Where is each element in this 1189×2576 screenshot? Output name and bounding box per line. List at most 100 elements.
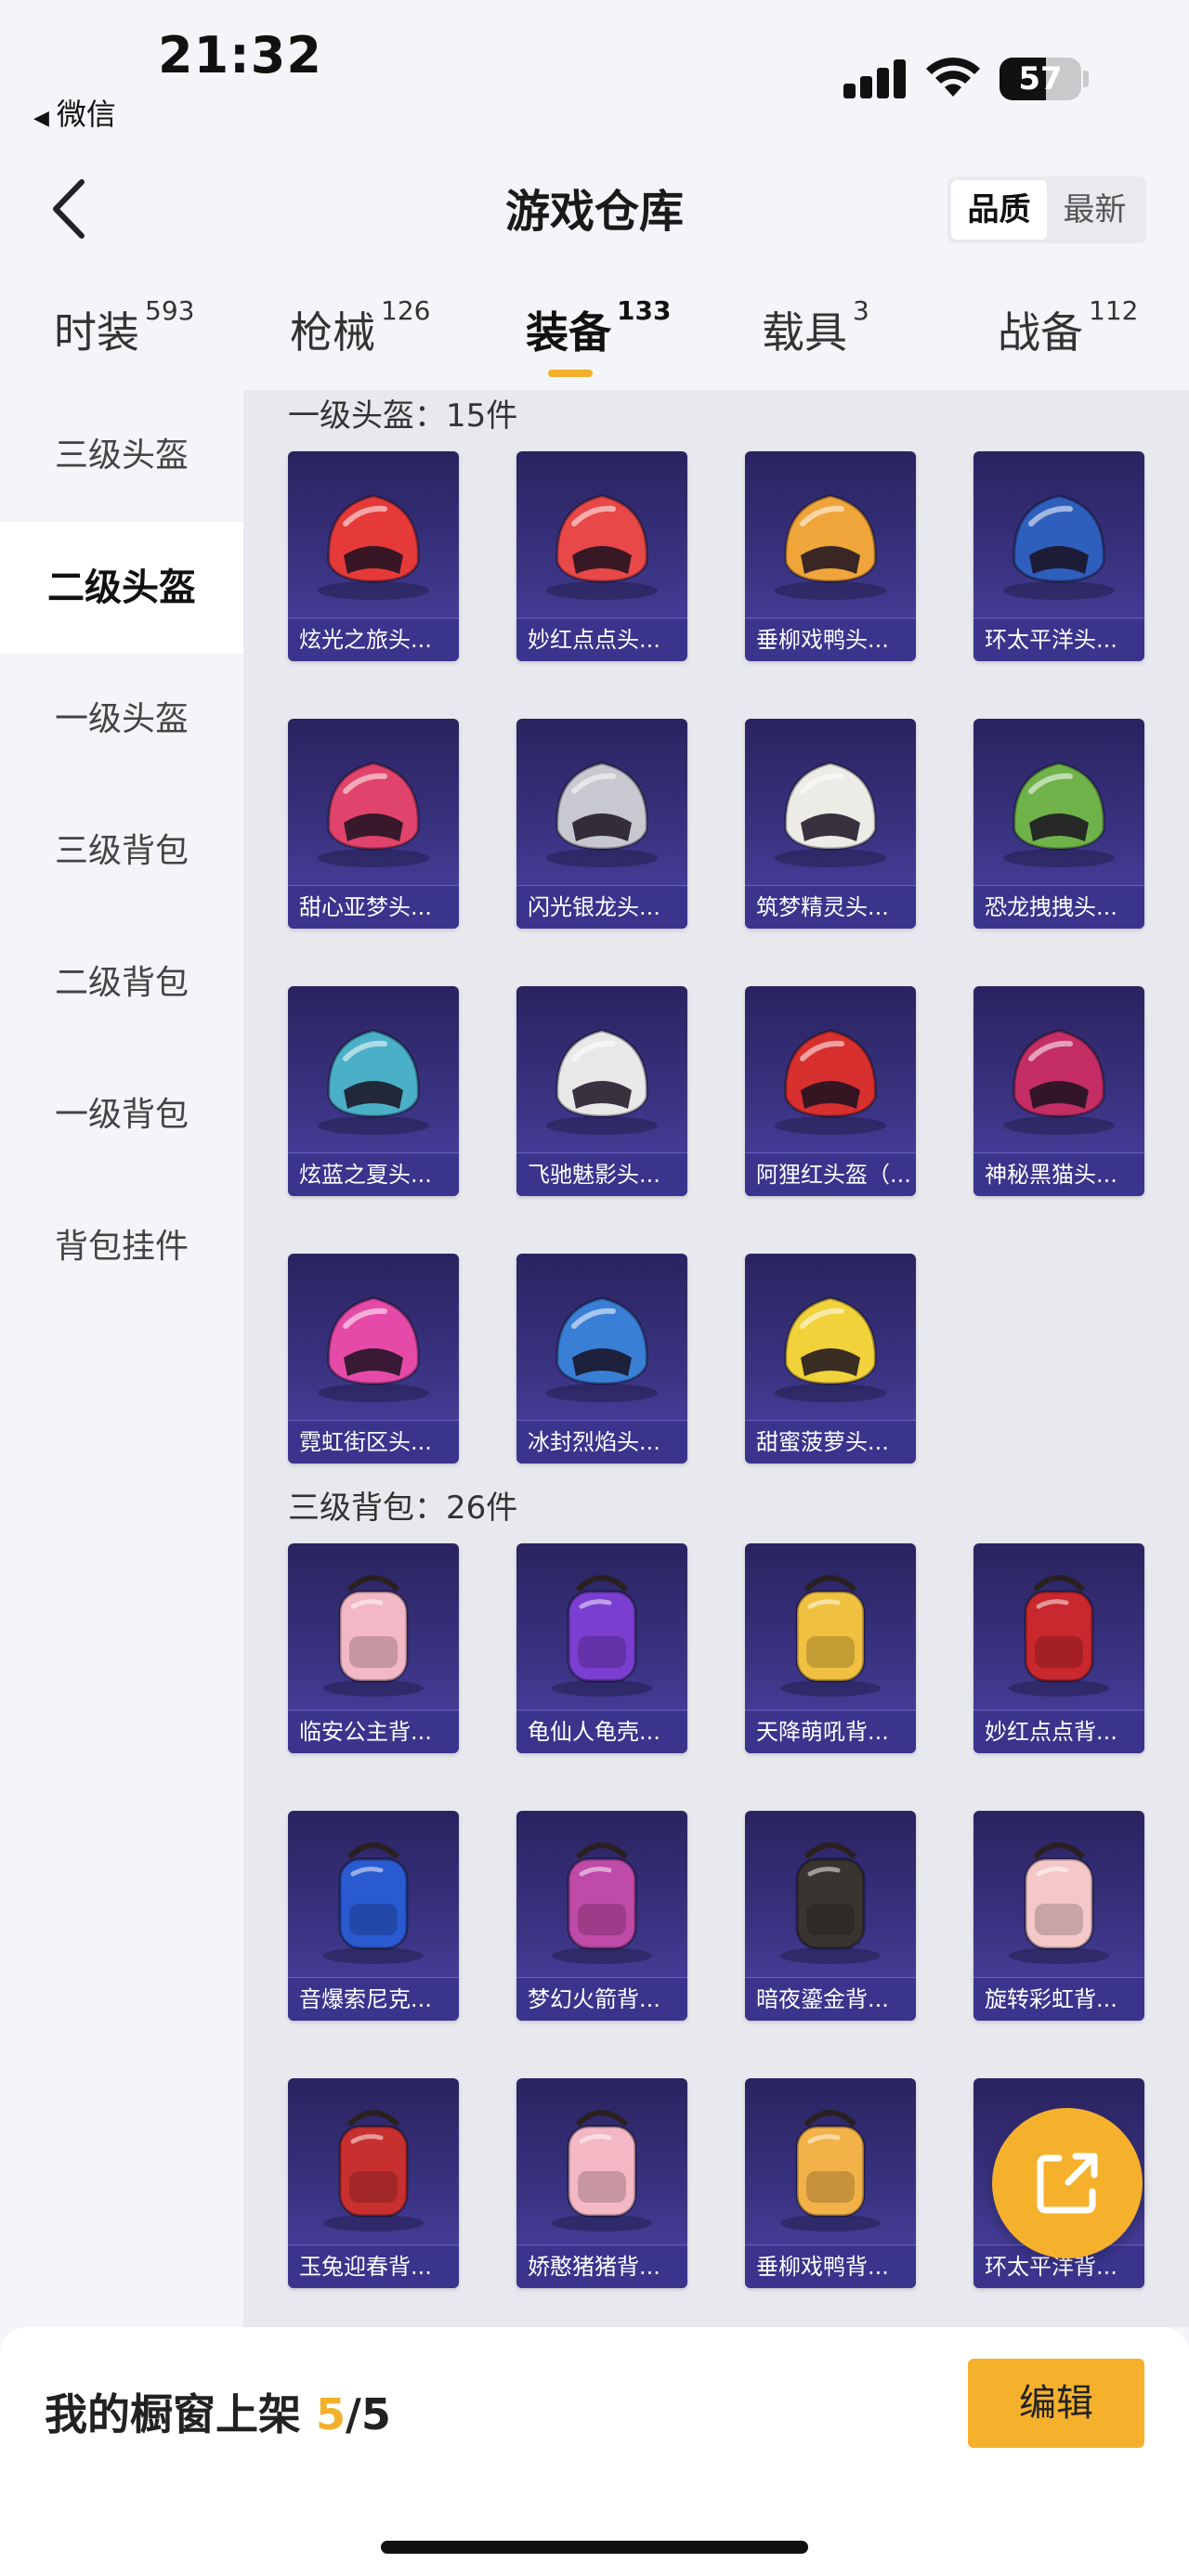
- item-name: 妙红点点背...: [973, 1711, 1144, 1753]
- item-card[interactable]: 甜蜜菠萝头...: [745, 1254, 916, 1464]
- sort-option-newest[interactable]: 最新: [1047, 180, 1143, 240]
- helmet-icon: [288, 719, 459, 886]
- item-card[interactable]: 梦幻火箭背...: [516, 1811, 687, 2021]
- item-card[interactable]: 闪光银龙头...: [516, 719, 687, 929]
- item-name: 垂柳戏鸭头...: [745, 618, 916, 661]
- item-name: 环太平洋头...: [973, 618, 1144, 661]
- backpack-icon: [516, 1543, 687, 1711]
- tab-vehicles[interactable]: 载具 3: [762, 295, 869, 360]
- tab-label: 装备: [526, 307, 611, 358]
- status-bar: 21:32 ◀ 微信 57: [0, 0, 1189, 149]
- sidebar-item-level2-backpack[interactable]: 二级背包: [0, 917, 243, 1049]
- item-name: 冰封烈焰头...: [516, 1421, 687, 1464]
- item-card[interactable]: 玉兔迎春背...: [288, 2078, 459, 2288]
- item-name: 闪光银龙头...: [516, 886, 687, 929]
- helmet-icon: [973, 986, 1144, 1153]
- battery-tip: [1083, 71, 1089, 87]
- tab-guns[interactable]: 枪械 126: [290, 295, 430, 360]
- active-tab-indicator: [548, 370, 593, 377]
- external-link-icon: [1037, 2153, 1098, 2214]
- home-indicator: [381, 2541, 808, 2554]
- showcase-current-count: 5: [316, 2389, 346, 2439]
- tab-fashion[interactable]: 时装 593: [54, 295, 194, 360]
- edit-button[interactable]: 编辑: [968, 2359, 1144, 2448]
- section-title-level3-backpack: 三级背包：26件: [288, 1490, 518, 1527]
- showcase-status: 我的橱窗上架 5/5: [45, 2381, 391, 2442]
- sidebar-item-backpack-charm[interactable]: 背包挂件: [0, 1181, 243, 1313]
- helmet-icon: [745, 986, 916, 1153]
- item-card[interactable]: 暗夜鎏金背...: [745, 1811, 916, 2021]
- item-card[interactable]: 环太平洋头...: [973, 451, 1144, 661]
- tab-count: 112: [1089, 295, 1139, 326]
- item-name: 旋转彩虹背...: [973, 1978, 1144, 2021]
- backpack-icon: [288, 2078, 459, 2245]
- back-to-app-link[interactable]: ◀ 微信: [33, 91, 116, 134]
- status-time: 21:32: [158, 26, 322, 85]
- item-card[interactable]: 飞驰魅影头...: [516, 986, 687, 1196]
- cellular-signal-icon: [843, 56, 908, 98]
- item-name: 妙红点点头...: [516, 618, 687, 661]
- backpack-icon: [288, 1811, 459, 1978]
- backpack-icon: [516, 2078, 687, 2245]
- item-card[interactable]: 炫光之旅头...: [288, 451, 459, 661]
- sort-option-quality[interactable]: 品质: [951, 180, 1047, 240]
- helmet-icon: [288, 1254, 459, 1421]
- item-card[interactable]: 临安公主背...: [288, 1543, 459, 1753]
- item-card[interactable]: 垂柳戏鸭背...: [745, 2078, 916, 2288]
- tab-equipment[interactable]: 装备 133: [526, 295, 671, 360]
- sidebar-item-level1-helmet[interactable]: 一级头盔: [0, 654, 243, 786]
- back-triangle-icon: ◀: [33, 107, 49, 130]
- item-card[interactable]: 筑梦精灵头...: [745, 719, 916, 929]
- back-app-label: 微信: [56, 97, 116, 132]
- backpack-icon: [973, 1543, 1144, 1711]
- tab-count: 593: [145, 295, 195, 326]
- item-card[interactable]: 妙红点点头...: [516, 451, 687, 661]
- share-fab-button[interactable]: [992, 2108, 1143, 2258]
- backpack-icon: [288, 1543, 459, 1711]
- sidebar-item-level3-backpack[interactable]: 三级背包: [0, 786, 243, 917]
- item-card[interactable]: 龟仙人龟壳...: [516, 1543, 687, 1753]
- item-card[interactable]: 神秘黑猫头...: [973, 986, 1144, 1196]
- item-card[interactable]: 恐龙拽拽头...: [973, 719, 1144, 929]
- item-name: 炫光之旅头...: [288, 618, 459, 661]
- helmet-icon: [288, 986, 459, 1153]
- helmet-icon: [973, 719, 1144, 886]
- item-grid-area[interactable]: 一级头盔：15件 三级背包：26件 炫光之旅头... 妙红点点头... 垂柳戏鸭…: [243, 390, 1189, 2327]
- backpack-icon: [745, 2078, 916, 2245]
- helmet-icon: [516, 451, 687, 618]
- sidebar-item-level3-helmet[interactable]: 三级头盔: [0, 390, 243, 522]
- item-name: 飞驰魅影头...: [516, 1153, 687, 1196]
- showcase-total-count: /5: [346, 2389, 391, 2439]
- tab-count: 133: [617, 295, 672, 326]
- item-card[interactable]: 娇憨猪猪背...: [516, 2078, 687, 2288]
- item-name: 垂柳戏鸭背...: [745, 2245, 916, 2288]
- item-name: 炫蓝之夏头...: [288, 1153, 459, 1196]
- item-name: 玉兔迎春背...: [288, 2245, 459, 2288]
- sidebar-item-level1-backpack[interactable]: 一级背包: [0, 1049, 243, 1181]
- item-card[interactable]: 天降萌吼背...: [745, 1543, 916, 1753]
- tab-label: 时装: [54, 307, 139, 358]
- item-name: 暗夜鎏金背...: [745, 1978, 916, 2021]
- helmet-icon: [745, 1254, 916, 1421]
- helmet-icon: [516, 986, 687, 1153]
- helmet-icon: [745, 719, 916, 886]
- item-card[interactable]: 甜心亚梦头...: [288, 719, 459, 929]
- tab-combat-supplies[interactable]: 战备 112: [998, 295, 1138, 360]
- helmet-icon: [288, 451, 459, 618]
- section-title-level1-helmet: 一级头盔：15件: [288, 397, 518, 435]
- sidebar-item-level2-helmet[interactable]: 二级头盔: [0, 522, 243, 654]
- item-card[interactable]: 旋转彩虹背...: [973, 1811, 1144, 2021]
- item-card[interactable]: 冰封烈焰头...: [516, 1254, 687, 1464]
- item-name: 梦幻火箭背...: [516, 1978, 687, 2021]
- item-card[interactable]: 音爆索尼克...: [288, 1811, 459, 2021]
- backpack-icon: [516, 1811, 687, 1978]
- item-card[interactable]: 垂柳戏鸭头...: [745, 451, 916, 661]
- item-card[interactable]: 霓虹街区头...: [288, 1254, 459, 1464]
- item-card[interactable]: 炫蓝之夏头...: [288, 986, 459, 1196]
- item-name: 恐龙拽拽头...: [973, 886, 1144, 929]
- item-name: 临安公主背...: [288, 1711, 459, 1753]
- item-card[interactable]: 妙红点点背...: [973, 1543, 1144, 1753]
- helmet-icon: [745, 451, 916, 618]
- backpack-icon: [745, 1811, 916, 1978]
- item-card[interactable]: 阿狸红头盔（...: [745, 986, 916, 1196]
